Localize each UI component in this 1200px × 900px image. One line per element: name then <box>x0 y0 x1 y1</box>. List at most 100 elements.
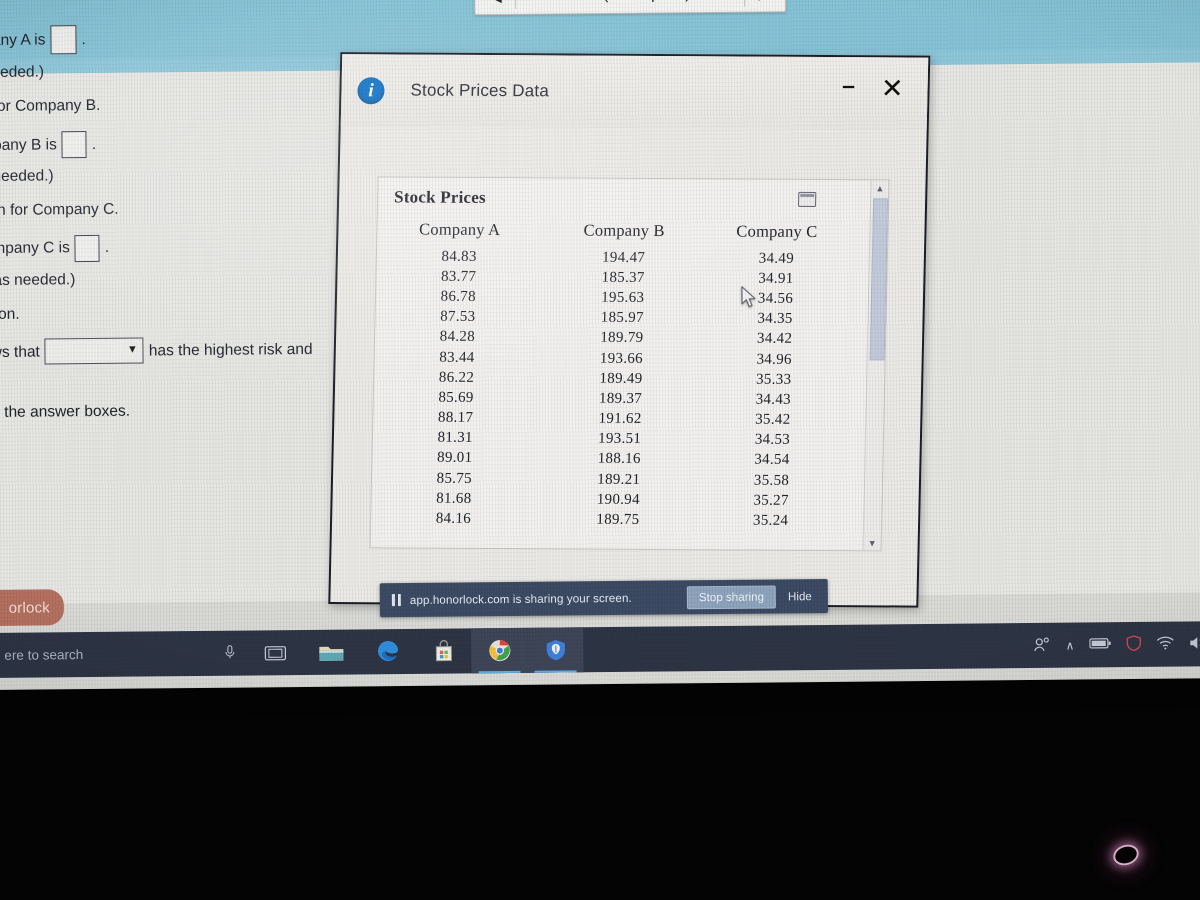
table-cell: 189.79 <box>600 330 644 347</box>
question-line-4: ompany B is . <box>0 128 352 159</box>
stop-sharing-button[interactable]: Stop sharing <box>686 584 777 609</box>
stock-prices-data-dialog: i Stock Prices Data – ✕ Stock Prices Com… <box>328 52 931 608</box>
table-cell: 85.69 <box>438 389 474 406</box>
question-line-1-suffix: . <box>81 30 86 48</box>
question-line-7: Company C is . <box>0 232 353 263</box>
chrome-browser-icon[interactable] <box>471 627 528 674</box>
table-cell: 34.91 <box>758 270 794 287</box>
answer-box-company-a[interactable] <box>50 25 77 55</box>
dialog-titlebar[interactable]: i Stock Prices Data – ✕ <box>340 54 929 130</box>
table-header-row: Company A Company B Company C <box>377 217 848 249</box>
table-cell: 81.68 <box>436 490 472 507</box>
table-row: 84.28 189.79 34.42 <box>375 327 845 350</box>
table-cell: 34.96 <box>756 351 792 368</box>
screen-sharing-bar: app.honorlock.com is sharing your screen… <box>379 578 829 618</box>
copy-to-clipboard-icon[interactable] <box>797 191 817 207</box>
table-cell: 81.31 <box>437 429 473 447</box>
security-alert-icon[interactable] <box>1126 635 1141 654</box>
laptop-screen: ◀ 4 of 14 (0 complete) ▼ ▶ mpany A is . … <box>0 0 1200 690</box>
table-row: 81.31 193.51 34.53 <box>373 428 843 451</box>
question-line-9: riation. <box>0 305 20 324</box>
question-line-10: hows that ▼ has the highest risk and <box>0 336 354 366</box>
question-progress-label: 4 of 14 (0 complete) <box>551 0 691 5</box>
table-cell: 83.77 <box>440 268 477 285</box>
table-cell: 35.58 <box>753 472 790 489</box>
previous-question-button[interactable]: ◀ <box>475 0 515 14</box>
pause-icon <box>391 594 401 607</box>
table-cell: 193.66 <box>599 350 644 367</box>
table-row: 89.01 188.16 34.54 <box>372 448 842 471</box>
edge-browser-icon[interactable] <box>359 629 415 675</box>
answer-box-company-b[interactable] <box>61 130 87 159</box>
honorlock-badge-label: orlock <box>8 598 51 617</box>
laptop-photo: ◀ 4 of 14 (0 complete) ▼ ▶ mpany A is . … <box>0 0 1200 900</box>
table-cell: 34.35 <box>757 310 793 327</box>
question-line-6: ation for Company C. <box>0 200 119 220</box>
table-cell: 86.22 <box>438 369 475 386</box>
question-progress[interactable]: 4 of 14 (0 complete) ▼ <box>516 0 744 5</box>
windows-taskbar: ere to search ∧ <box>0 621 1200 678</box>
honorlock-badge[interactable]: orlock <box>0 589 65 627</box>
people-icon[interactable] <box>1033 636 1050 654</box>
dialog-window-buttons: – ✕ <box>842 72 904 103</box>
scrollbar-thumb[interactable] <box>869 198 889 361</box>
security-shield-icon[interactable] <box>527 627 584 673</box>
table-cell: 194.47 <box>601 249 646 266</box>
question-line-1: mpany A is . <box>0 23 351 56</box>
table-cell: 185.37 <box>601 269 645 286</box>
question-line-7-suffix: . <box>104 239 110 257</box>
stock-prices-data-pane: Stock Prices Company A Company B Company… <box>369 176 890 552</box>
table-cell: 190.94 <box>596 491 641 508</box>
table-cell: 34.56 <box>757 290 794 307</box>
table-cell: 35.27 <box>753 492 789 509</box>
table-cell: 84.16 <box>435 510 472 527</box>
microphone-icon[interactable] <box>224 644 235 662</box>
question-line-5: as needed.) <box>0 167 54 185</box>
table-cell: 87.53 <box>440 308 476 326</box>
scroll-down-icon[interactable]: ▼ <box>864 535 881 550</box>
table-cell: 35.24 <box>752 512 789 529</box>
close-icon[interactable]: ✕ <box>881 73 904 103</box>
column-header-company-b: Company B <box>583 220 665 241</box>
hide-sharing-bar-button[interactable]: Hide <box>788 590 812 603</box>
volume-icon[interactable] <box>1189 635 1200 653</box>
next-question-button[interactable]: ▶ <box>745 0 785 12</box>
table-row: 83.77 185.37 34.91 <box>376 266 846 289</box>
taskbar-search-input[interactable]: ere to search <box>0 631 248 678</box>
wifi-icon[interactable] <box>1156 636 1174 653</box>
task-view-icon[interactable] <box>247 630 303 676</box>
table-row: 85.75 189.21 35.58 <box>372 468 842 491</box>
answer-box-company-c[interactable] <box>74 234 100 262</box>
table-row: 84.83 194.47 34.49 <box>377 246 847 269</box>
microsoft-store-icon[interactable] <box>415 628 471 674</box>
table-cell: 84.83 <box>441 248 477 265</box>
table-cell: 34.43 <box>755 391 792 408</box>
table-cell: 189.49 <box>599 370 643 387</box>
screen-sharing-message: app.honorlock.com is sharing your screen… <box>409 591 632 607</box>
dialog-title: Stock Prices Data <box>410 80 550 101</box>
table-cell: 88.17 <box>437 409 474 426</box>
table-row: 87.53 185.97 34.35 <box>375 307 845 330</box>
data-pane-scrollbar[interactable]: ▲ ▼ <box>862 180 889 551</box>
highest-risk-dropdown[interactable]: ▼ <box>44 337 144 365</box>
column-header-company-c: Company C <box>736 221 818 241</box>
minimize-icon[interactable]: – <box>842 72 855 98</box>
table-cell: 35.42 <box>755 411 791 428</box>
info-icon: i <box>357 76 385 104</box>
battery-icon[interactable] <box>1089 637 1111 652</box>
data-pane-title: Stock Prices <box>393 187 487 207</box>
table-cell: 89.01 <box>436 450 473 467</box>
scroll-up-icon[interactable]: ▲ <box>871 180 888 195</box>
table-cell: 189.37 <box>598 390 643 407</box>
power-led-indicator <box>1110 841 1142 869</box>
exercise-question-text: mpany A is . s needed.) on for Company B… <box>0 23 354 438</box>
file-explorer-icon[interactable] <box>303 629 359 675</box>
chevron-up-icon[interactable]: ∧ <box>1065 638 1074 652</box>
table-cell: 86.78 <box>440 288 477 305</box>
question-line-8: es as needed.) <box>0 270 76 289</box>
stock-prices-table: Company A Company B Company C 84.83 194.4… <box>371 217 848 531</box>
table-row: 86.22 189.49 35.33 <box>374 367 844 390</box>
table-cell: 34.42 <box>756 330 793 348</box>
question-line-3: on for Company B. <box>0 97 101 116</box>
table-cell: 189.75 <box>596 511 640 528</box>
